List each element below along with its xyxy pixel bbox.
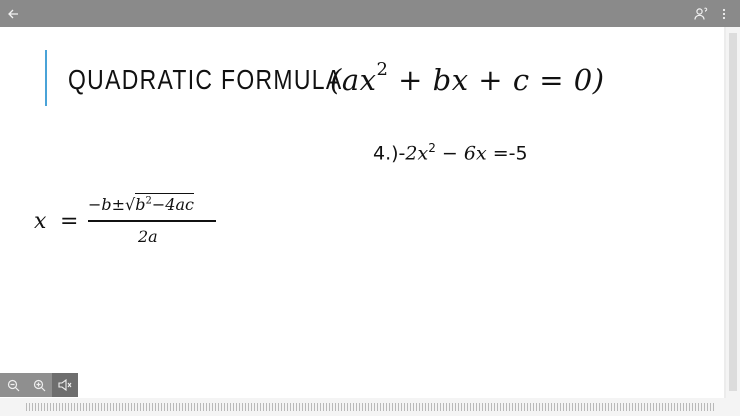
scroll-thumb[interactable] [729, 33, 737, 391]
title-equation: (ax2 + bx + c = 0) [330, 59, 605, 97]
problem-lead: 2x [405, 142, 429, 165]
title-rest: + bx + c = 0 [388, 63, 593, 97]
fraction-bar [88, 220, 216, 222]
speaker-icon[interactable] [52, 373, 78, 397]
problem-exp: 2 [428, 141, 436, 155]
zoom-out-icon[interactable] [0, 373, 26, 397]
slide-canvas: QUADRATIC FORMULA (ax2 + bx + c = 0) 4.)… [0, 27, 724, 398]
formula-numerator: −b±√b2−4ac [88, 193, 194, 214]
slide-filmstrip[interactable] [0, 398, 740, 416]
vertical-scrollbar[interactable] [726, 27, 740, 398]
more-vert-icon[interactable] [716, 0, 732, 27]
problem-rest: − 6x = [435, 142, 509, 165]
zoom-controls [0, 373, 78, 397]
radicand: b2−4ac [135, 193, 194, 214]
problem-statement: 4.)-2x2 − 6x =-5 [373, 141, 528, 164]
formula-lhs: x [34, 209, 47, 234]
radicand-rest: −4ac [151, 195, 194, 214]
numerator-left: −b±√ [88, 195, 136, 214]
top-toolbar [0, 0, 740, 27]
zoom-in-icon[interactable] [26, 373, 52, 397]
title-text: QUADRATIC FORMULA [68, 64, 343, 95]
title-accent-bar [45, 50, 47, 106]
formula-denominator: 2a [138, 227, 158, 246]
back-arrow-icon[interactable] [2, 0, 24, 27]
problem-rhs: -5 [508, 142, 528, 165]
problem-prefix: 4.)- [373, 142, 406, 165]
timeline-ticks [26, 403, 714, 411]
formula-equals: = [60, 209, 79, 234]
title-exp: 2 [376, 59, 389, 81]
title-paren-close: ) [592, 63, 605, 97]
title-ax: ax [341, 63, 377, 97]
person-settings-icon[interactable] [690, 0, 712, 27]
radicand-b: b [135, 195, 146, 214]
slide-title: QUADRATIC FORMULA (ax2 + bx + c = 0) [68, 58, 605, 102]
